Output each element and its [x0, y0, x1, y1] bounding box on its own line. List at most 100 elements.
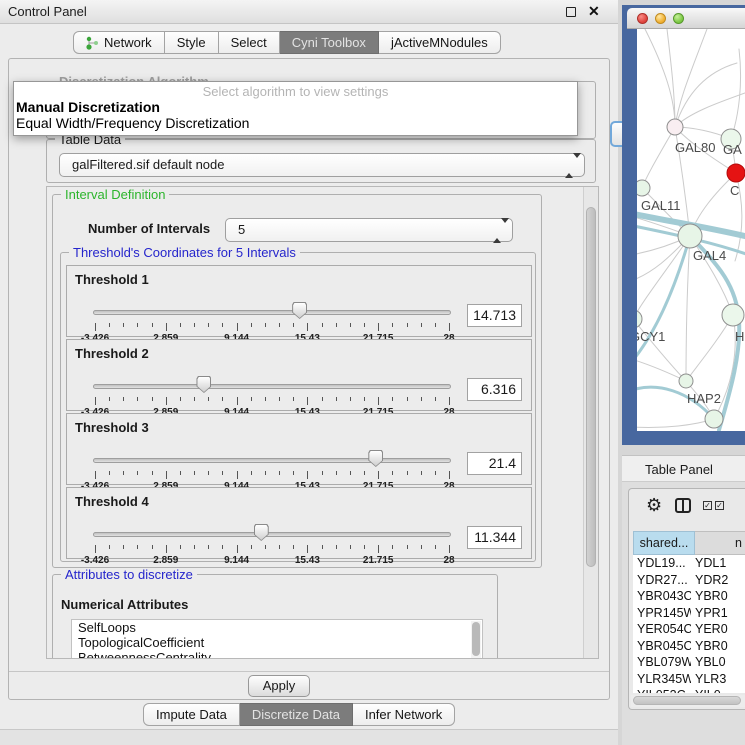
cell-shared-name[interactable]: YER054C — [633, 621, 691, 638]
checkbox-icon[interactable]: ✓ — [715, 501, 724, 510]
cell-name[interactable]: YPR1 — [691, 605, 745, 622]
apply-button[interactable]: Apply — [248, 675, 310, 697]
table-row[interactable]: YDR27...YDR2 — [633, 572, 745, 589]
table-header-row: shared... n — [633, 531, 745, 555]
threshold-slider[interactable]: -3.4262.8599.14415.4321.71528 — [93, 449, 451, 485]
table-hscrollbar[interactable] — [631, 695, 745, 707]
table-row[interactable]: YBR045CYBR0 — [633, 638, 745, 655]
cell-name[interactable]: YBL0 — [691, 654, 745, 671]
tab-select[interactable]: Select — [219, 31, 280, 54]
close-icon[interactable]: ✕ — [588, 3, 600, 20]
settings-scrollbar[interactable] — [583, 187, 598, 659]
cell-name[interactable]: YDR2 — [691, 572, 745, 589]
network-node-label: H — [735, 329, 744, 344]
threshold-value-field[interactable]: 6.316 — [467, 378, 522, 401]
threshold-slider[interactable]: -3.4262.8599.14415.4321.71528 — [93, 301, 451, 337]
cell-shared-name[interactable]: YPR145W — [633, 605, 691, 622]
threshold-slider[interactable]: -3.4262.8599.14415.4321.71528 — [93, 375, 451, 411]
table-hscrollbar-thumb[interactable] — [633, 696, 741, 705]
attributes-list[interactable]: SelfLoopsTopologicalCoefficientBetweenne… — [71, 619, 483, 659]
network-node[interactable] — [637, 180, 650, 196]
zoom-traffic-light[interactable] — [673, 13, 684, 24]
slider-track[interactable] — [93, 532, 451, 537]
cell-shared-name[interactable]: YIL052C — [633, 687, 691, 693]
cell-name[interactable]: YBR0 — [691, 588, 745, 605]
cell-shared-name[interactable]: YBR045C — [633, 638, 691, 655]
slider-thumb[interactable] — [196, 376, 211, 393]
table-data-group: Table Data galFiltered.sif default node — [46, 139, 596, 183]
network-node[interactable] — [667, 119, 683, 135]
tick-label: 9.144 — [224, 555, 249, 566]
network-node[interactable] — [637, 310, 642, 328]
network-node[interactable] — [722, 304, 744, 326]
interval-definition-group: Interval Definition Number of Intervals … — [52, 194, 542, 568]
checkbox-icon[interactable]: ✓ — [703, 501, 712, 510]
network-edge — [675, 29, 707, 127]
cell-shared-name[interactable]: YBL079W — [633, 654, 691, 671]
slider-thumb[interactable] — [292, 302, 307, 319]
attribute-item[interactable]: BetweennessCentrality — [72, 650, 482, 659]
tab-cyni-toolbox[interactable]: Cyni Toolbox — [280, 31, 379, 54]
network-node[interactable] — [705, 410, 723, 428]
network-node[interactable] — [678, 224, 702, 248]
number-of-intervals-combobox[interactable]: 5 — [225, 218, 513, 242]
network-node[interactable] — [727, 164, 745, 182]
slider-ticks: -3.4262.8599.14415.4321.71528 — [95, 323, 449, 332]
tab-impute-data[interactable]: Impute Data — [143, 703, 240, 726]
network-canvas[interactable]: GAL80GACGAL11GAL4GCY1HHAP2 — [637, 29, 745, 431]
slider-track[interactable] — [93, 310, 451, 315]
slider-thumb[interactable] — [254, 524, 269, 541]
algorithm-option[interactable]: Equal Width/Frequency Discretization — [14, 115, 577, 131]
minimize-traffic-light[interactable] — [655, 13, 666, 24]
table-row[interactable]: YLR345WYLR3 — [633, 671, 745, 688]
threshold-value-field[interactable]: 11.344 — [467, 526, 522, 549]
cell-shared-name[interactable]: YDL19... — [633, 555, 691, 572]
combo-arrows-icon — [493, 223, 503, 238]
cell-name[interactable]: YLR3 — [691, 671, 745, 688]
float-window-icon[interactable] — [566, 7, 576, 17]
table-row[interactable]: YDL19...YDL1 — [633, 555, 745, 572]
network-edge — [731, 49, 741, 139]
attributes-scrollbar[interactable] — [471, 621, 481, 659]
attribute-item[interactable]: TopologicalCoefficient — [72, 635, 482, 650]
table-row[interactable]: YBR043CYBR0 — [633, 588, 745, 605]
cell-shared-name[interactable]: YLR345W — [633, 671, 691, 688]
cell-name[interactable]: YBR0 — [691, 638, 745, 655]
cell-name[interactable]: YIL0 — [691, 687, 745, 693]
network-node[interactable] — [679, 374, 693, 388]
cell-shared-name[interactable]: YBR043C — [633, 588, 691, 605]
table-row[interactable]: YER054CYER0 — [633, 621, 745, 638]
attribute-item[interactable]: SelfLoops — [72, 620, 482, 635]
tab-network[interactable]: Network — [73, 31, 165, 54]
settings-scrollbar-thumb[interactable] — [586, 207, 596, 567]
algorithm-option[interactable]: Manual Discretization — [14, 99, 577, 115]
tab-style[interactable]: Style — [165, 31, 219, 54]
cell-shared-name[interactable]: YDR27... — [633, 572, 691, 589]
table-row[interactable]: YBL079WYBL0 — [633, 654, 745, 671]
column-header-name[interactable]: n — [695, 531, 745, 555]
bottom-tab-strip: Impute DataDiscretize DataInfer Network — [143, 703, 455, 726]
close-traffic-light[interactable] — [637, 13, 648, 24]
table-row[interactable]: YIL052CYIL0 — [633, 687, 745, 693]
number-of-intervals-label: Number of Intervals — [88, 221, 210, 236]
footer-strip — [0, 730, 618, 745]
slider-track[interactable] — [93, 458, 451, 463]
threshold-value-field[interactable]: 21.4 — [467, 452, 522, 475]
tab-infer-network[interactable]: Infer Network — [353, 703, 455, 726]
table-row[interactable]: YPR145WYPR1 — [633, 605, 745, 622]
tab-jactivemnodules[interactable]: jActiveMNodules — [379, 31, 501, 54]
cell-name[interactable]: YDL1 — [691, 555, 745, 572]
cell-name[interactable]: YER0 — [691, 621, 745, 638]
tab-discretize-data[interactable]: Discretize Data — [240, 703, 353, 726]
network-window-titlebar[interactable] — [627, 8, 745, 29]
threshold-value-field[interactable]: 14.713 — [467, 304, 522, 327]
threshold-slider[interactable]: -3.4262.8599.14415.4321.71528 — [93, 523, 451, 559]
column-header-shared-name[interactable]: shared... — [633, 531, 695, 555]
split-columns-icon[interactable] — [675, 498, 691, 513]
settings-scroll-area: Interval Definition Number of Intervals … — [46, 186, 599, 659]
network-node-label: HAP2 — [687, 391, 721, 406]
gear-icon[interactable]: ⚙ — [646, 493, 662, 517]
slider-thumb[interactable] — [368, 450, 383, 467]
slider-track[interactable] — [93, 384, 451, 389]
table-data-combobox[interactable]: galFiltered.sif default node — [59, 153, 585, 177]
